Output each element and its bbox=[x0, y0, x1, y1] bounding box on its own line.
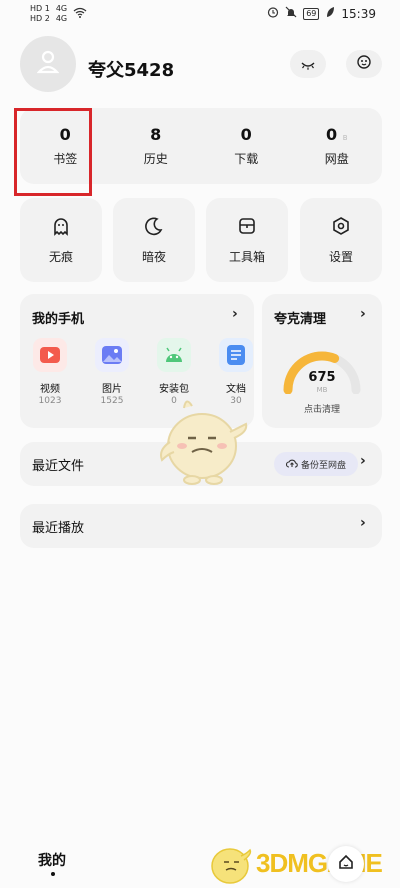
privacy-button[interactable] bbox=[290, 50, 326, 78]
file-name: 视频 bbox=[40, 384, 60, 395]
tool-toolbox[interactable]: 工具箱 bbox=[206, 198, 288, 282]
tool-label: 设置 bbox=[328, 249, 353, 264]
backup-label: 备份至网盘 bbox=[300, 460, 346, 471]
signal-indicators: HD 1 HD 2 4G 4G bbox=[30, 4, 87, 23]
recent-play-title: 最近播放 bbox=[32, 521, 85, 536]
battery-indicator: 69 bbox=[303, 7, 320, 20]
recent-play-row[interactable]: 最近播放 › bbox=[20, 504, 382, 548]
stat-bookmarks[interactable]: 0 书签 bbox=[20, 108, 111, 184]
leaf-icon bbox=[325, 6, 335, 21]
network1-label: 4G bbox=[55, 4, 68, 13]
stat-value-unit: B bbox=[342, 134, 348, 142]
android-icon bbox=[157, 338, 191, 372]
sim1-label: HD 1 bbox=[30, 4, 50, 13]
tool-dark-mode[interactable]: 暗夜 bbox=[113, 198, 195, 282]
file-name: 图片 bbox=[102, 384, 122, 395]
clock: 15:39 bbox=[341, 6, 376, 21]
status-right: 69 15:39 bbox=[267, 6, 376, 21]
settings-icon bbox=[331, 216, 351, 240]
face-icon bbox=[356, 54, 372, 74]
chevron-right-icon[interactable]: › bbox=[360, 453, 366, 469]
active-tab-indicator bbox=[51, 872, 55, 876]
stat-value-number: 0 bbox=[325, 125, 338, 144]
stat-value: 0 bbox=[59, 125, 71, 144]
stats-card: 0 书签 8 历史 0 下载 0 B 网盘 bbox=[20, 108, 382, 184]
sim2-label: HD 2 bbox=[30, 14, 50, 23]
stat-value: 0 bbox=[240, 125, 252, 144]
username[interactable]: 夸父5428 bbox=[88, 56, 174, 82]
tool-incognito[interactable]: 无痕 bbox=[20, 198, 102, 282]
status-bar: HD 1 HD 2 4G 4G 69 15:39 bbox=[0, 0, 400, 28]
document-icon bbox=[219, 338, 253, 372]
stat-label: 历史 bbox=[143, 152, 168, 166]
tool-label: 工具箱 bbox=[228, 249, 265, 264]
chevron-right-icon[interactable]: › bbox=[360, 306, 366, 322]
image-icon bbox=[95, 338, 129, 372]
gauge-value: 675 bbox=[308, 370, 336, 385]
stat-label: 下载 bbox=[234, 152, 259, 166]
avatar[interactable] bbox=[20, 36, 76, 92]
stat-cloud-drive[interactable]: 0 B 网盘 bbox=[292, 108, 383, 184]
tool-label: 暗夜 bbox=[141, 249, 166, 264]
moon-icon bbox=[144, 216, 164, 240]
tool-settings[interactable]: 设置 bbox=[300, 198, 382, 282]
wifi-icon bbox=[73, 7, 87, 20]
stat-downloads[interactable]: 0 下载 bbox=[201, 108, 292, 184]
recent-files-title: 最近文件 bbox=[32, 459, 85, 474]
video-icon bbox=[33, 338, 67, 372]
tab-mine[interactable]: 我的 bbox=[38, 850, 66, 870]
cloud-upload-icon bbox=[285, 458, 298, 471]
eye-closed-icon bbox=[300, 55, 316, 74]
stat-history[interactable]: 8 历史 bbox=[111, 108, 202, 184]
network2-label: 4G bbox=[55, 14, 68, 23]
file-category-video[interactable]: 视频 1023 bbox=[30, 338, 70, 406]
file-count: 1525 bbox=[100, 396, 124, 406]
file-name: 安装包 bbox=[159, 384, 189, 395]
mascot-sticker bbox=[152, 394, 252, 490]
stat-value: 0 B bbox=[326, 125, 348, 144]
assistant-button[interactable] bbox=[346, 50, 382, 78]
clean-now-link[interactable]: 点击清理 bbox=[262, 402, 382, 415]
ghost-icon bbox=[51, 216, 71, 240]
stat-label: 书签 bbox=[53, 152, 78, 166]
tool-label: 无痕 bbox=[48, 249, 73, 264]
home-button[interactable] bbox=[328, 846, 364, 882]
watermark: 3DMGAME bbox=[204, 836, 400, 888]
watermark-mascot-icon bbox=[211, 848, 252, 884]
backup-to-cloud-button[interactable]: 备份至网盘 bbox=[274, 452, 358, 476]
cleaner-card[interactable]: 夸克清理 › 675 MB 点击清理 bbox=[262, 294, 382, 428]
stat-label: 网盘 bbox=[324, 152, 349, 166]
chevron-right-icon[interactable]: › bbox=[232, 306, 238, 322]
stat-value: 8 bbox=[150, 125, 162, 144]
my-phone-title: 我的手机 bbox=[32, 312, 85, 327]
avatar-icon bbox=[36, 50, 60, 78]
gauge-unit: MB bbox=[316, 386, 328, 394]
mute-icon bbox=[285, 6, 297, 21]
file-count: 1023 bbox=[38, 396, 62, 406]
file-category-image[interactable]: 图片 1525 bbox=[92, 338, 132, 406]
home-icon bbox=[338, 854, 354, 874]
file-name: 文档 bbox=[226, 384, 246, 395]
toolbox-icon bbox=[237, 216, 257, 240]
cleaner-title: 夸克清理 bbox=[274, 312, 327, 327]
alarm-icon bbox=[267, 6, 279, 21]
chevron-right-icon[interactable]: › bbox=[360, 515, 366, 531]
